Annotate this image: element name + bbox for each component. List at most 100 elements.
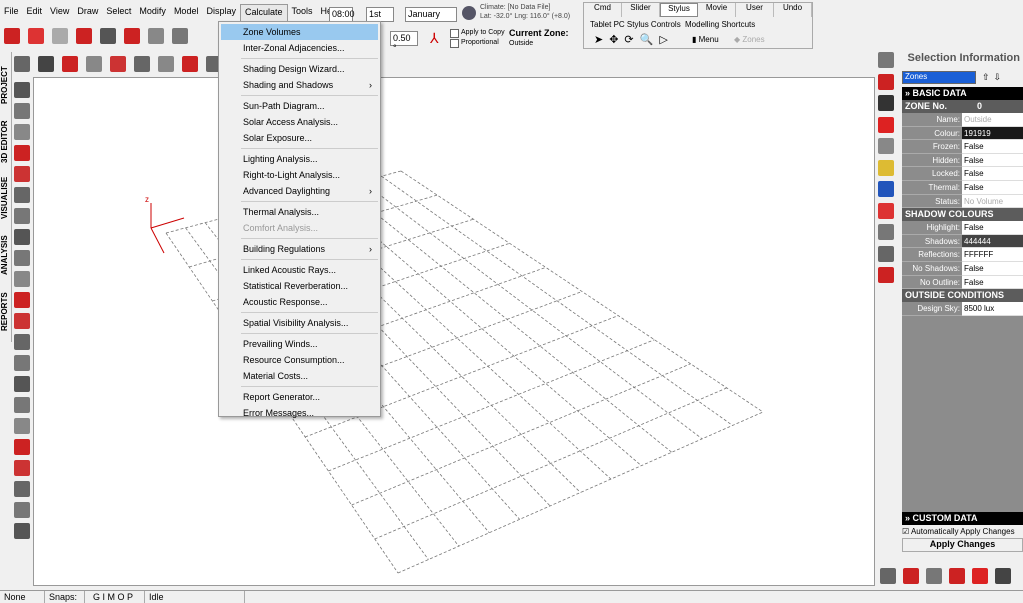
- tool-icon[interactable]: [878, 138, 894, 154]
- menu-item-shading-design-wizard[interactable]: Shading Design Wizard...: [219, 61, 380, 77]
- menu-item-linked-acoustic-rays[interactable]: Linked Acoustic Rays...: [219, 262, 380, 278]
- property-value[interactable]: False: [962, 167, 1023, 181]
- tool-icon[interactable]: [14, 313, 30, 329]
- menu-edit[interactable]: Edit: [23, 4, 47, 22]
- tool-icon[interactable]: [14, 250, 30, 266]
- tool-icon[interactable]: [14, 502, 30, 518]
- tool-icon[interactable]: [14, 145, 30, 161]
- menu-modify[interactable]: Modify: [135, 4, 170, 22]
- property-value[interactable]: False: [962, 180, 1023, 195]
- tab-movie[interactable]: Movie: [698, 3, 736, 17]
- menu-item-report-generator[interactable]: Report Generator...: [219, 389, 380, 405]
- tab-3d-editor[interactable]: 3D EDITOR: [0, 114, 11, 170]
- tool-icon[interactable]: [903, 568, 919, 584]
- tool-icon[interactable]: [878, 116, 894, 133]
- tab-analysis[interactable]: ANALYSIS: [0, 228, 11, 282]
- tool-icon[interactable]: [14, 229, 30, 245]
- menu-file[interactable]: File: [0, 4, 23, 22]
- menu-item-inter-zonal-adjacencies[interactable]: Inter-Zonal Adjacencies...: [219, 40, 380, 56]
- tool-icon[interactable]: [14, 271, 30, 287]
- tool-icon[interactable]: [14, 355, 30, 371]
- tool-icon[interactable]: [182, 56, 198, 72]
- menu-item-statistical-reverberation[interactable]: Statistical Reverberation...: [219, 278, 380, 294]
- tool-icon[interactable]: [880, 568, 896, 584]
- tool-icon[interactable]: [14, 460, 30, 476]
- menu-item-solar-access-analysis[interactable]: Solar Access Analysis...: [219, 114, 380, 130]
- tool-icon[interactable]: [134, 56, 150, 72]
- tool-icon[interactable]: [14, 523, 30, 539]
- tool-icon[interactable]: [14, 418, 30, 434]
- auto-apply-checkbox[interactable]: ☑ Automatically Apply Changes: [902, 525, 1023, 538]
- property-value[interactable]: False: [962, 261, 1023, 276]
- menu-item-material-costs[interactable]: Material Costs...: [219, 368, 380, 384]
- tool-icon[interactable]: [100, 28, 116, 44]
- arrow-up-icon[interactable]: ⇧: [982, 72, 990, 83]
- property-value[interactable]: False: [962, 275, 1023, 290]
- tool-icon[interactable]: [14, 166, 30, 182]
- property-value[interactable]: False: [962, 221, 1023, 235]
- tab-reports[interactable]: REPORTS: [0, 286, 11, 338]
- tool-icon[interactable]: [14, 397, 30, 413]
- apply-changes-button[interactable]: Apply Changes: [902, 537, 1023, 552]
- tool-icon[interactable]: [995, 568, 1011, 584]
- tool-icon[interactable]: [878, 159, 894, 176]
- tool-icon[interactable]: [52, 28, 68, 44]
- tab-project[interactable]: PROJECT: [0, 60, 11, 110]
- tool-icon[interactable]: [878, 202, 894, 219]
- tool-icon[interactable]: [172, 28, 188, 44]
- menu-item-solar-exposure[interactable]: Solar Exposure...: [219, 130, 380, 146]
- tool-icon[interactable]: [949, 568, 965, 584]
- tool-icon[interactable]: [158, 56, 174, 72]
- custom-data-header[interactable]: » CUSTOM DATA: [902, 511, 1023, 525]
- tool-icon[interactable]: [62, 56, 78, 72]
- property-value[interactable]: 8500 lux: [962, 302, 1023, 316]
- tab-stylus[interactable]: Stylus: [660, 3, 698, 17]
- stylus-tools[interactable]: ➤✥⟳🔍▷: [594, 33, 674, 46]
- property-value[interactable]: FFFFFF: [962, 248, 1023, 262]
- menu-item-zone-volumes[interactable]: Zone Volumes: [221, 24, 378, 40]
- menu-item-lighting-analysis[interactable]: Lighting Analysis...: [219, 151, 380, 167]
- menu-item-building-regulations[interactable]: Building Regulations ›: [219, 241, 380, 257]
- property-value[interactable]: No Volume: [962, 194, 1023, 209]
- tool-icon[interactable]: [14, 208, 30, 224]
- menu-item-sun-path-diagram[interactable]: Sun-Path Diagram...: [219, 98, 380, 114]
- tool-icon[interactable]: [14, 292, 30, 308]
- tool-icon[interactable]: [148, 28, 164, 44]
- menu-item-shading-and-shadows[interactable]: Shading and Shadows ›: [219, 77, 380, 93]
- menu-view[interactable]: View: [46, 4, 73, 22]
- tool-icon[interactable]: [926, 568, 942, 584]
- tool-icon[interactable]: [878, 181, 894, 197]
- menu-draw[interactable]: Draw: [73, 4, 102, 22]
- tool-icon[interactable]: [14, 124, 30, 140]
- tool-icon[interactable]: [972, 568, 988, 584]
- property-value[interactable]: False: [962, 140, 1023, 154]
- tool-icon[interactable]: [14, 376, 30, 392]
- menu-display[interactable]: Display: [202, 4, 240, 22]
- globe-icon[interactable]: [462, 6, 476, 20]
- tool-icon[interactable]: [14, 82, 30, 98]
- tab-undo[interactable]: Undo: [774, 3, 812, 17]
- axis-icon[interactable]: ⅄: [430, 30, 439, 47]
- 3d-viewport[interactable]: z: [33, 77, 875, 586]
- property-value[interactable]: Outside: [962, 113, 1023, 127]
- menu-select[interactable]: Select: [102, 4, 135, 22]
- tool-icon[interactable]: [14, 481, 30, 497]
- menu-item-prevailing-winds[interactable]: Prevailing Winds...: [219, 336, 380, 352]
- tool-icon[interactable]: [878, 245, 894, 262]
- menu-item-comfort-analysis[interactable]: Comfort Analysis...: [219, 220, 380, 236]
- tool-icon[interactable]: [878, 224, 894, 240]
- month-select[interactable]: January: [405, 7, 457, 22]
- tool-icon[interactable]: [86, 56, 102, 72]
- menu-item-thermal-analysis[interactable]: Thermal Analysis...: [219, 204, 380, 220]
- property-value[interactable]: False: [962, 153, 1023, 168]
- tool-icon[interactable]: [28, 28, 44, 44]
- tool-icon[interactable]: [14, 56, 30, 72]
- tool-icon[interactable]: [14, 103, 30, 119]
- tool-icon[interactable]: [76, 28, 92, 44]
- apply-to-copy-checkbox[interactable]: [450, 29, 459, 38]
- tool-icon[interactable]: [878, 267, 894, 283]
- tool-icon[interactable]: [14, 187, 30, 203]
- day-field[interactable]: 1st: [366, 7, 394, 22]
- time-field[interactable]: 08:00: [329, 7, 355, 22]
- menu-calculate[interactable]: Calculate: [239, 4, 288, 22]
